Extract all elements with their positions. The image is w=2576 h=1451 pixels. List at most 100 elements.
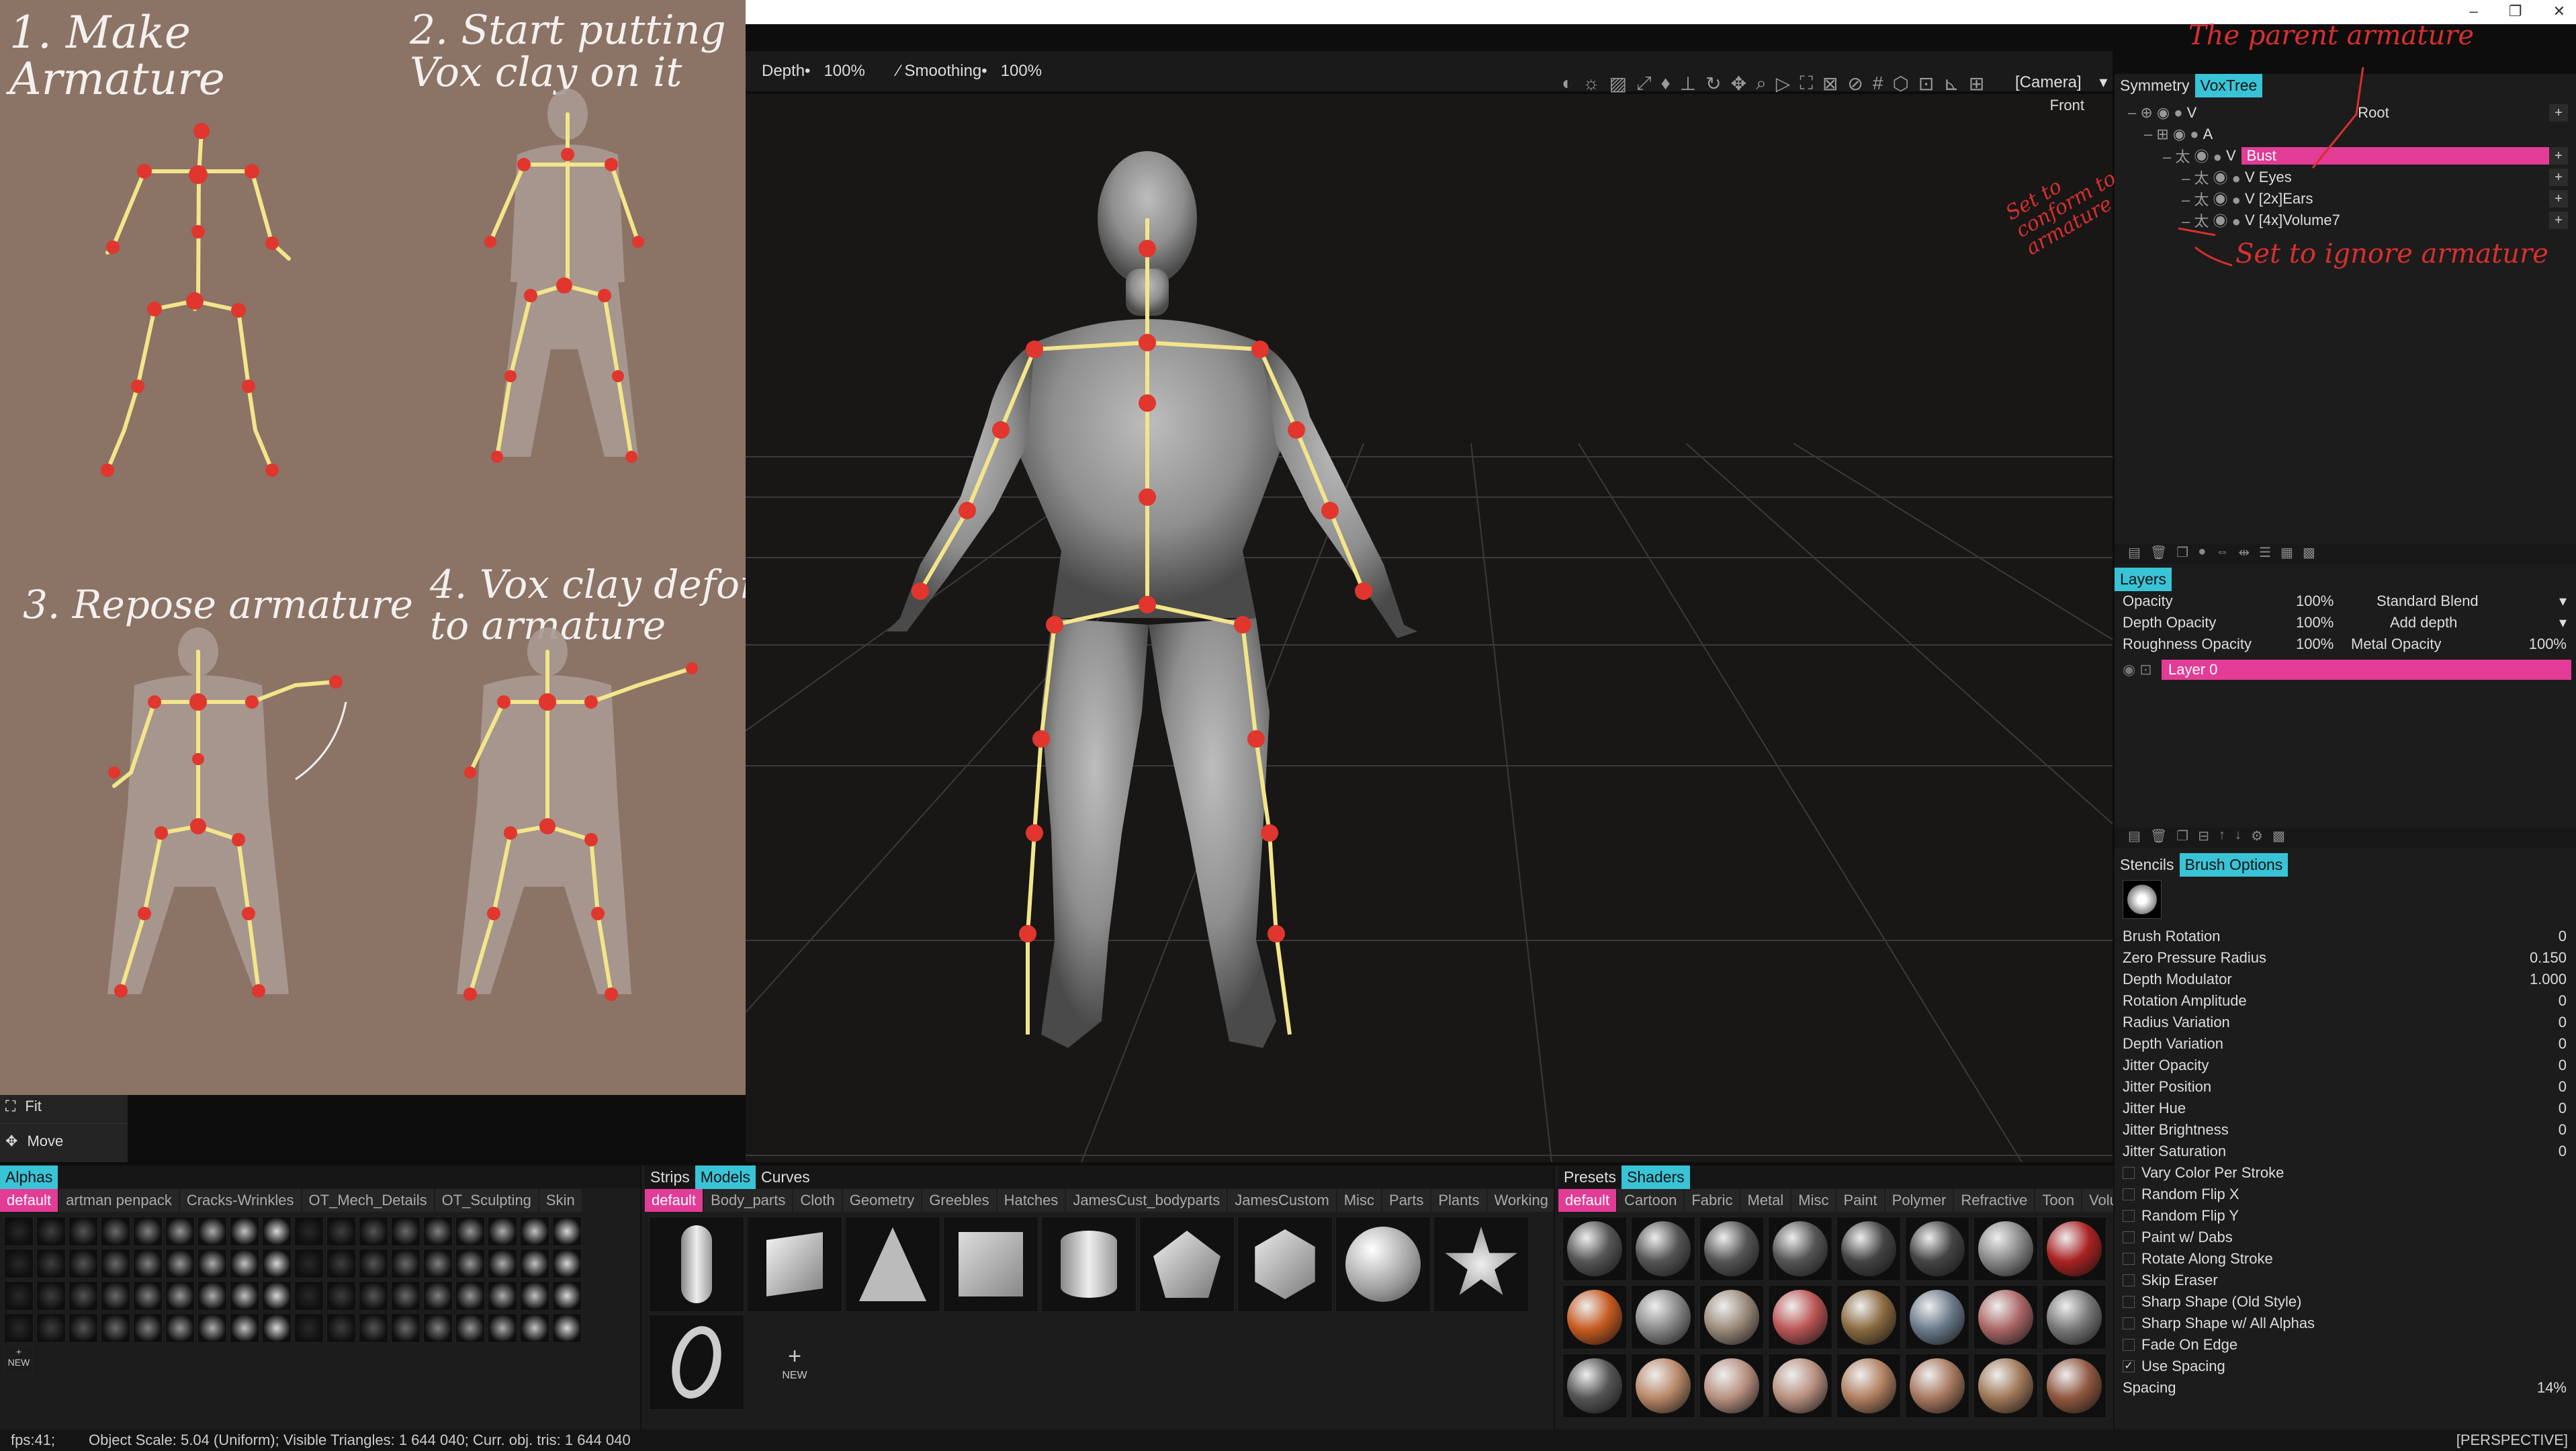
alpha-thumb[interactable] [326, 1217, 356, 1246]
copy-icon[interactable]: ❐ [2176, 828, 2188, 848]
alpha-thumb[interactable] [391, 1313, 420, 1343]
shader-thumb[interactable] [1905, 1354, 1969, 1418]
alpha-thumb[interactable] [359, 1249, 388, 1278]
tab-strips[interactable]: Strips [645, 1166, 695, 1189]
category-chip[interactable]: JamesCust_bodyparts [1066, 1189, 1227, 1212]
alpha-thumb[interactable] [230, 1249, 259, 1278]
alpha-thumb[interactable] [552, 1313, 582, 1343]
depth-mode-select[interactable]: Add depth [2390, 614, 2457, 631]
frame-icon[interactable]: ⛶ [1800, 73, 1813, 95]
alpha-thumb[interactable] [230, 1313, 259, 1343]
eye-icon[interactable]: ◉ ⊡ [2123, 661, 2152, 678]
folder-icon[interactable]: ▤ [2128, 828, 2141, 848]
category-chip[interactable]: Metal [1740, 1189, 1791, 1212]
shader-thumb[interactable] [1631, 1217, 1695, 1281]
model-cube[interactable] [747, 1217, 842, 1312]
model-star-polyhedron[interactable] [1433, 1217, 1529, 1312]
alpha-thumb[interactable] [488, 1281, 517, 1311]
checkbox[interactable]: ✓ [2123, 1360, 2135, 1372]
alpha-thumb[interactable] [101, 1249, 130, 1278]
alpha-thumb[interactable] [36, 1217, 66, 1246]
settings-icon[interactable]: ⚙ [2251, 828, 2263, 848]
grid-icon[interactable]: # [1873, 73, 1883, 95]
smoothing-value[interactable]: 100% [1001, 62, 1042, 80]
alpha-thumb[interactable] [262, 1217, 292, 1246]
image-icon[interactable]: ▨ [1609, 73, 1627, 95]
move-up-icon[interactable]: ↑ [2219, 828, 2225, 848]
checkbox[interactable] [2123, 1188, 2135, 1200]
image-icon[interactable]: ▩ [2272, 828, 2285, 848]
category-chip[interactable]: Misc [1337, 1189, 1382, 1212]
category-chip[interactable]: default [1558, 1189, 1617, 1212]
gizmo-icon[interactable]: ⊥ [1680, 73, 1696, 95]
shading-icon[interactable]: ◐ [1562, 73, 1573, 95]
alpha-thumb[interactable] [262, 1281, 292, 1311]
folder-icon[interactable]: ▤ [2128, 544, 2141, 564]
category-chip[interactable]: OT_Sculpting [435, 1189, 538, 1212]
spacing-value[interactable]: 14% [2537, 1379, 2567, 1397]
list-icon[interactable]: ☰ [2259, 544, 2271, 564]
chevron-down-icon[interactable]: ▾ [2559, 614, 2567, 631]
brush-param-row[interactable]: Rotation Amplitude 0 [2115, 990, 2576, 1012]
alpha-thumb[interactable] [36, 1313, 66, 1343]
alpha-thumb[interactable] [69, 1217, 98, 1246]
model-cone[interactable] [845, 1217, 940, 1312]
brush-check-row[interactable]: Random Flip Y [2115, 1205, 2576, 1227]
shader-thumb[interactable] [1973, 1285, 2038, 1350]
category-chip[interactable]: Body_parts [704, 1189, 793, 1212]
alpha-thumb[interactable] [197, 1281, 227, 1311]
brush-param-row[interactable]: Zero Pressure Radius 0.150 [2115, 947, 2576, 969]
sidebar-item-move[interactable]: ✥ Move [0, 1123, 128, 1158]
alpha-thumb[interactable] [326, 1313, 356, 1343]
shader-thumb[interactable] [2042, 1285, 2106, 1350]
shader-thumb[interactable] [1836, 1217, 1901, 1281]
alpha-thumb[interactable] [552, 1217, 582, 1246]
category-chip[interactable]: Parts [1382, 1189, 1431, 1212]
shader-thumb[interactable] [1768, 1285, 1832, 1350]
category-chip[interactable]: OT_Mech_Details [302, 1189, 434, 1212]
brush-param-value[interactable]: 0 [2559, 1014, 2567, 1031]
brush-param-row[interactable]: Jitter Brightness 0 [2115, 1119, 2576, 1141]
new-model-button[interactable]: + NEW [747, 1315, 842, 1410]
alpha-thumb[interactable] [391, 1217, 420, 1246]
brush-param-value[interactable]: 0 [2559, 1057, 2567, 1074]
checkbox[interactable] [2123, 1317, 2135, 1329]
shader-thumb[interactable] [1699, 1354, 1764, 1418]
brush-check-row[interactable]: Vary Color Per Stroke [2115, 1162, 2576, 1184]
category-chip[interactable]: Cracks-Wrinkles [179, 1189, 301, 1212]
light-icon[interactable]: ☼ [1583, 73, 1600, 95]
category-chip[interactable]: default [645, 1189, 703, 1212]
alpha-thumb[interactable] [359, 1281, 388, 1311]
alpha-thumb[interactable] [101, 1281, 130, 1311]
brush-check-row[interactable]: Sharp Shape w/ All Alphas [2115, 1313, 2576, 1334]
brush-param-value[interactable]: 0 [2559, 1078, 2567, 1096]
category-chip[interactable]: artman penpack [59, 1189, 179, 1212]
tab-models[interactable]: Models [695, 1165, 756, 1189]
alpha-thumb[interactable] [488, 1313, 517, 1343]
snap-icon[interactable]: ⊞ [1969, 73, 1984, 95]
paint-icon[interactable]: ♦ [1660, 73, 1670, 95]
brush-param-row[interactable]: Brush Rotation 0 [2115, 926, 2576, 947]
tab-brush-options[interactable]: Brush Options [2179, 852, 2289, 877]
split-icon[interactable]: ⇹ [2238, 544, 2250, 564]
brush-param-value[interactable]: 0 [2559, 1143, 2567, 1160]
tab-layers[interactable]: Layers [2115, 567, 2172, 591]
checkbox[interactable] [2123, 1210, 2135, 1222]
brush-param-value[interactable]: 0 [2559, 1035, 2567, 1053]
chevron-down-icon[interactable]: ▾ [2559, 592, 2567, 610]
depth-field[interactable]: Depth• 100% [762, 62, 865, 81]
metal-value[interactable]: 100% [2529, 635, 2567, 653]
alpha-thumb[interactable] [133, 1217, 163, 1246]
opacity-value[interactable]: 100% [2296, 592, 2334, 610]
brush-check-row[interactable]: Skip Eraser [2115, 1270, 2576, 1291]
shader-thumb[interactable] [1699, 1285, 1764, 1350]
shader-thumb[interactable] [1905, 1285, 1969, 1350]
play-icon[interactable]: ▷ [1776, 73, 1791, 95]
alpha-thumb[interactable] [133, 1281, 163, 1311]
alpha-thumb[interactable] [197, 1313, 227, 1343]
sphere-icon[interactable]: ● [2198, 544, 2206, 564]
brush-param-row[interactable]: Depth Variation 0 [2115, 1033, 2576, 1055]
alpha-thumb[interactable] [4, 1313, 34, 1343]
alpha-thumb[interactable] [294, 1281, 324, 1311]
shader-thumb[interactable] [1905, 1217, 1969, 1281]
